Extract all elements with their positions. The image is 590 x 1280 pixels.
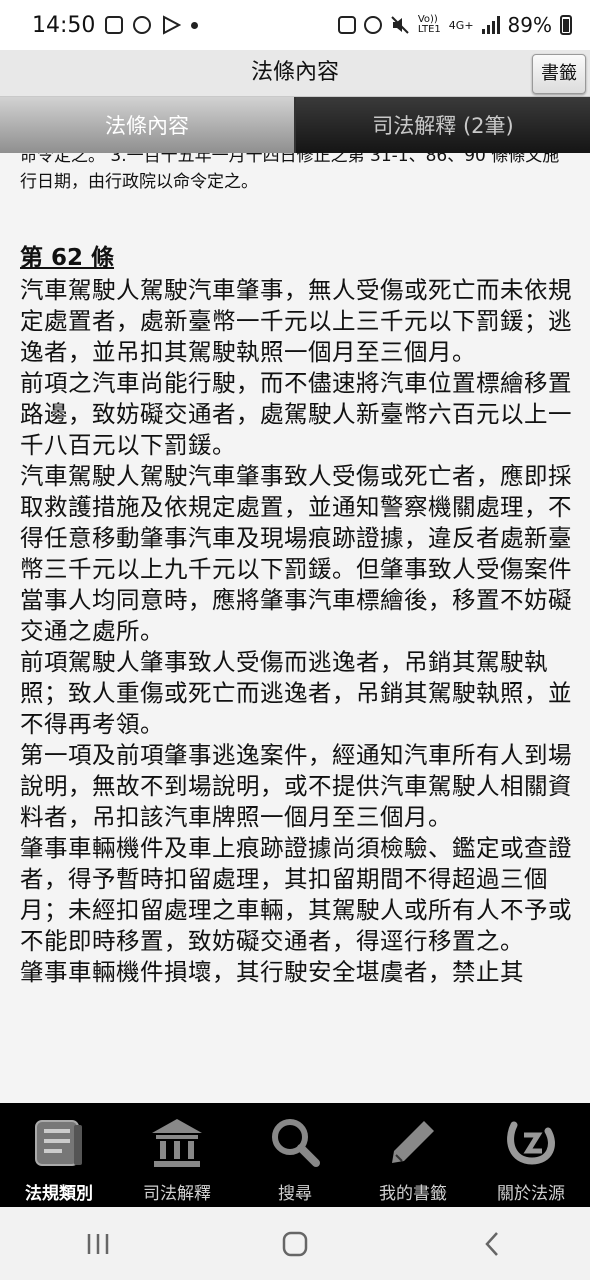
alarm-icon xyxy=(363,16,382,34)
volte-indicator: Vo)) LTE1 xyxy=(417,14,441,35)
nav-label: 司法解釋 xyxy=(143,1184,211,1204)
article-paragraph: 肇事車輛機件損壞，其行駛安全堪虞者，禁止其 xyxy=(20,958,524,986)
signal-icon xyxy=(481,16,500,34)
article-paragraph: 汽車駕駛人駕駛汽車肇事致人受傷或死亡者，應即採取救護措施及依規定處置，並通知警察… xyxy=(20,462,572,645)
back-icon xyxy=(484,1231,498,1256)
back-button[interactable] xyxy=(462,1224,522,1264)
battery-icon xyxy=(560,15,572,35)
nav-law-categories[interactable]: 法規類別 xyxy=(0,1103,118,1207)
nav-judicial-interpretation[interactable]: 司法解釋 xyxy=(118,1103,236,1207)
tab-article-content[interactable]: 法條內容 xyxy=(0,97,296,153)
status-time: 14:50 xyxy=(32,12,96,38)
tab-judicial-interpretation[interactable]: 司法解釋 (2筆) xyxy=(296,97,590,153)
gallery-notification-icon xyxy=(105,16,124,34)
status-bar: 14:50 Vo)) LTE1 4G+ 89% xyxy=(0,0,590,50)
article-paragraph: 前項駕駛人肇事致人受傷而逃逸者，吊銷其駕駛執照；致人重傷或死亡而逃逸者，吊銷其駕… xyxy=(20,648,572,738)
nav-label: 關於法源 xyxy=(497,1184,565,1204)
article-paragraph: 前項之汽車尚能行駛，而不儘速將汽車位置標繪移置路邊，致妨礙交通者，處駕駛人新臺幣… xyxy=(20,369,572,459)
title-bar: 法條內容 書籤 xyxy=(0,50,590,97)
page-title: 法條內容 xyxy=(250,60,339,85)
pencil-icon xyxy=(378,1113,448,1171)
bottom-navigation: 法規類別 司法解釋 搜尋 我的書籤 關於法源 xyxy=(0,1103,590,1207)
nav-label: 搜尋 xyxy=(278,1184,312,1204)
nav-search[interactable]: 搜尋 xyxy=(236,1103,354,1207)
article-content-area[interactable]: 命令定之。 3.一百十五年一月十四日修正之第 31-1、86、90 條條文施行日… xyxy=(0,153,590,1103)
nav-about[interactable]: 關於法源 xyxy=(472,1103,590,1207)
mute-icon xyxy=(391,16,409,34)
nav-label: 法規類別 xyxy=(25,1184,93,1204)
recent-apps-icon xyxy=(88,1233,109,1254)
book-icon xyxy=(24,1113,94,1171)
facebook-notification-icon xyxy=(133,16,152,34)
nav-my-bookmarks[interactable]: 我的書籤 xyxy=(354,1103,472,1207)
tab-bar: 法條內容 司法解釋 (2筆) xyxy=(0,97,590,153)
more-notifications-icon xyxy=(191,21,199,29)
nav-label: 我的書籤 xyxy=(379,1184,447,1204)
article-paragraph: 第一項及前項肇事逃逸案件，經通知汽車所有人到場說明，無故不到場說明，或不提供汽車… xyxy=(20,741,572,831)
previous-article-text: 命令定之。 3.一百十五年一月十四日修正之第 31-1、86、90 條條文施行日… xyxy=(20,153,560,192)
courthouse-icon xyxy=(142,1113,212,1171)
system-navigation-bar xyxy=(0,1207,590,1280)
bookmark-button[interactable]: 書籤 xyxy=(532,54,586,94)
home-button[interactable] xyxy=(265,1224,325,1264)
battery-percent: 89% xyxy=(507,13,552,37)
lock-icon xyxy=(337,16,356,34)
recent-apps-button[interactable] xyxy=(68,1224,128,1264)
network-type: 4G+ xyxy=(448,18,474,32)
article-title: 第 62 條 xyxy=(20,245,115,271)
logo-icon xyxy=(496,1113,566,1171)
search-icon xyxy=(260,1113,330,1171)
play-store-notification-icon xyxy=(163,15,182,35)
article-paragraph: 汽車駕駛人駕駛汽車肇事，無人受傷或死亡而未依規定處置者，處新臺幣一千元以上三千元… xyxy=(20,276,572,366)
article-paragraph: 肇事車輛機件及車上痕跡證據尚須檢驗、鑑定或查證者，得予暫時扣留處理，其扣留期間不… xyxy=(20,834,572,955)
home-icon xyxy=(282,1231,308,1256)
